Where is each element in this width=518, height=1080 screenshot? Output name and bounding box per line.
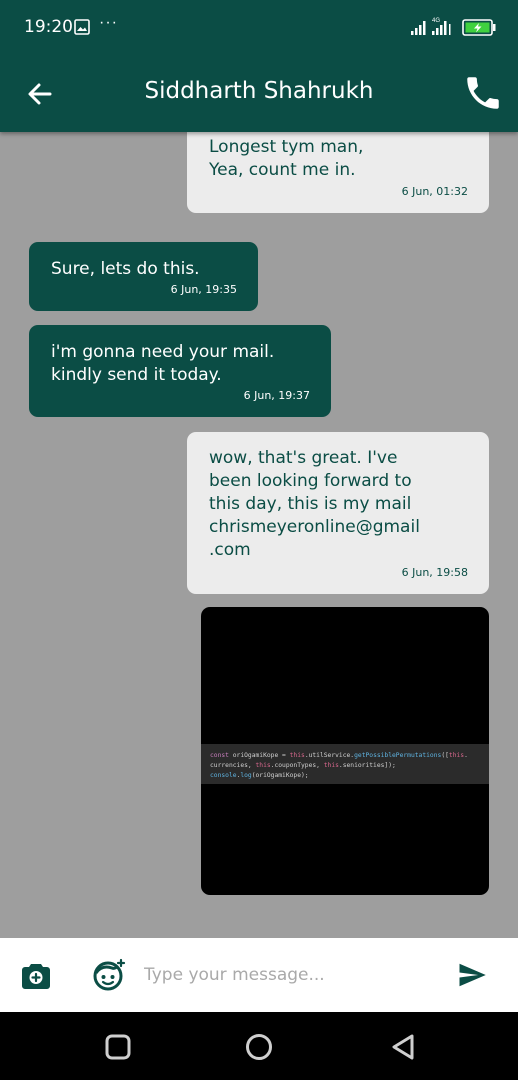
message-bubble-incoming[interactable]: i'm gonna need your mail. kindly send it… [29,325,331,417]
message-time: 6 Jun, 19:58 [401,566,468,579]
back-triangle-icon[interactable] [389,1032,419,1062]
message-time: 6 Jun, 19:37 [243,389,310,402]
message-bubble-incoming[interactable]: Sure, lets do this. 6 Jun, 19:35 [29,242,258,311]
system-nav-bar [0,1012,518,1080]
top-bar: 19:20 ··· 4G Siddharth Shahrukh [0,0,518,132]
message-text: wow, that's great. I've been looking for… [209,448,420,560]
app-bar: Siddharth Shahrukh [0,56,518,132]
code-screenshot: const oriOgamiKope = this.utilService.ge… [201,744,489,784]
camera-add-icon[interactable] [20,960,52,992]
phone-icon[interactable] [462,72,504,114]
contact-name: Siddharth Shahrukh [144,78,374,104]
message-text: Sure, lets do this. [51,259,200,279]
emoji-icon[interactable] [92,958,126,992]
battery-charging-icon [462,19,496,36]
image-message[interactable]: const oriOgamiKope = this.utilService.ge… [201,607,489,895]
message-composer [0,938,518,1012]
message-bubble-outgoing[interactable]: wow, that's great. I've been looking for… [187,432,489,594]
home-circle-icon[interactable] [244,1032,274,1062]
network-label: 4G [432,18,440,24]
gallery-icon [74,19,90,35]
message-input[interactable] [144,956,434,994]
status-time: 19:20 [24,17,73,37]
message-text: i'm gonna need your mail. kindly send it… [51,342,275,385]
recents-square-icon[interactable] [103,1032,133,1062]
send-icon[interactable] [456,960,488,990]
message-bubble-outgoing[interactable]: Longest tym man, Yea, count me in. 6 Jun… [187,132,489,213]
message-time: 6 Jun, 19:35 [170,283,237,296]
message-time: 6 Jun, 01:32 [401,185,468,198]
signal-icon: 4G [411,18,451,35]
status-bar: 19:20 ··· 4G [0,0,518,56]
message-text: Longest tym man, Yea, count me in. [209,137,364,180]
chat-area[interactable]: Longest tym man, Yea, count me in. 6 Jun… [0,132,518,938]
more-notifications-icon: ··· [99,14,118,31]
